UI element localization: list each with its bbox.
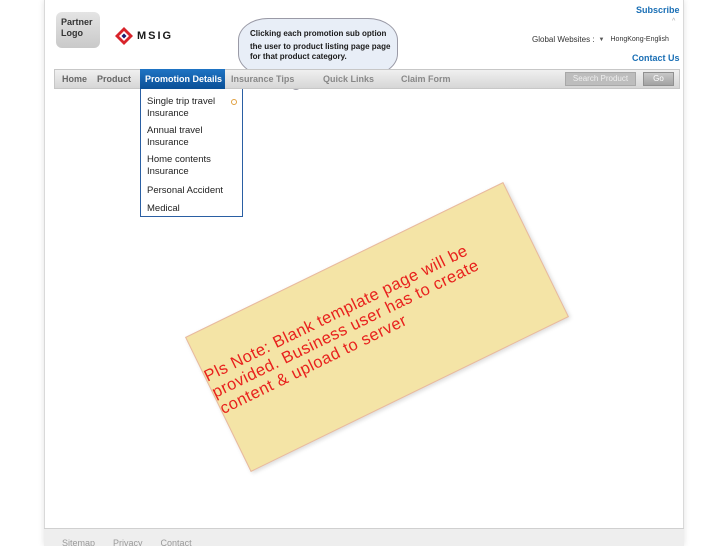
note-layer: Pls Note: Blank template page will be pr…: [0, 0, 728, 546]
